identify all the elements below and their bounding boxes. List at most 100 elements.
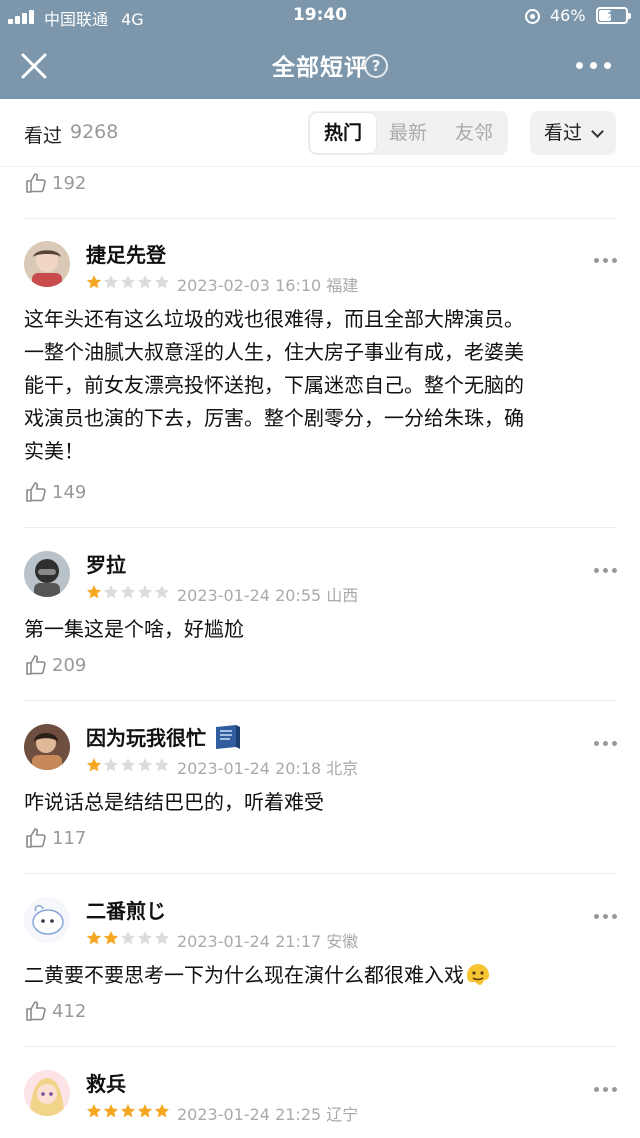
status-bar: 中国联通 4G 19:40 46% ⚡ [0,0,640,32]
review-line: 实美！ [24,439,84,463]
username-text: 救兵 [86,1072,126,1096]
like-count: 209 [52,654,87,676]
like-count: 117 [52,827,87,849]
review-text: 这年头还有这么垃圾的戏也很难得，而且全部大牌演员。 一整个油腻大叔意淫的人生，住… [24,303,622,468]
divider [24,700,616,701]
battery-percent: 46% [550,6,586,25]
review-date: 2023-01-24 20:18 [177,759,322,778]
star-empty-icon [137,585,153,599]
thumbs-up-icon [26,655,46,675]
star-empty-icon [154,758,170,772]
star-rating [86,274,170,290]
star-rating [86,757,170,773]
star-empty-icon [154,275,170,289]
username[interactable]: 罗拉 [86,549,126,578]
thumbs-up-icon [26,482,46,502]
review-line: 第一集这是个啥，好尴尬 [24,617,244,641]
tab-friends[interactable]: 友邻 [441,111,507,155]
like-button[interactable]: 117 [24,823,86,853]
review-location: 安徽 [326,932,359,951]
review-line-text: 二黄要不要思考一下为什么现在演什么都很难入戏 [24,963,464,987]
username[interactable]: 救兵 [86,1068,126,1097]
divider [24,1046,616,1047]
avatar[interactable] [24,241,70,287]
melting-face-icon [467,964,489,985]
star-filled-icon [137,1104,153,1118]
star-rating [86,584,170,600]
seen-label: 看过 [24,125,63,147]
review-text: 二黄要不要思考一下为什么现在演什么都很难入戏 [24,959,622,992]
username[interactable]: 二番煎じ [86,895,166,924]
like-count: 412 [52,1000,87,1022]
star-filled-icon [86,758,102,772]
thumbs-up-icon [26,173,46,193]
review-date: 2023-01-24 21:25 [177,1105,322,1124]
more-options-icon[interactable] [594,1086,618,1094]
username[interactable]: 捷足先登 [86,239,166,268]
divider [24,218,616,219]
clock: 19:40 [292,5,348,25]
star-empty-icon [120,275,136,289]
thumbs-up-icon [26,828,46,848]
review-list[interactable]: 192 捷足先登 2023-02-03 16:10 福建 这年头还有这么垃圾的戏… [0,168,640,1138]
like-button[interactable]: 412 [24,996,86,1026]
more-options-icon[interactable] [594,567,618,575]
review-location: 辽宁 [326,1105,359,1124]
avatar[interactable] [24,551,70,597]
star-empty-icon [154,931,170,945]
thumbs-up-icon [26,1001,46,1021]
star-filled-icon [86,275,102,289]
star-filled-icon [86,931,102,945]
star-empty-icon [103,275,119,289]
review-line: 这年头还有这么垃圾的戏也很难得，而且全部大牌演员。 [24,307,524,331]
star-empty-icon [120,931,136,945]
avatar[interactable] [24,724,70,770]
status-filter-dropdown[interactable]: 看过 [530,111,616,155]
orientation-lock-icon [525,9,540,24]
like-count: 192 [52,172,87,194]
review-date: 2023-02-03 16:10 [177,276,322,295]
username-text: 二番煎じ [86,899,166,923]
sort-tabs: 热门 最新 友邻 [308,111,508,155]
divider [24,873,616,874]
review-line: 咋说话总是结结巴巴的，听着难受 [24,790,324,814]
star-empty-icon [154,585,170,599]
filter-bar: 看过 9268 热门 最新 友邻 看过 [0,99,640,167]
review-meta: 2023-01-24 20:18 北京 [177,755,358,779]
review-meta: 2023-02-03 16:10 福建 [177,272,358,296]
divider [24,527,616,528]
more-options-icon[interactable] [594,913,618,921]
more-options-icon[interactable] [594,257,618,265]
tab-latest[interactable]: 最新 [375,111,441,155]
star-filled-icon [120,1104,136,1118]
star-empty-icon [137,758,153,772]
review-date: 2023-01-24 21:17 [177,932,322,951]
star-empty-icon [103,585,119,599]
avatar[interactable] [24,1070,70,1116]
review-line: 戏演员也演的下去，厉害。整个剧零分，一分给朱珠，确 [24,406,524,430]
review-meta: 2023-01-24 21:25 辽宁 [177,1101,358,1125]
username-text: 捷足先登 [86,243,166,267]
star-filled-icon [103,931,119,945]
like-button[interactable]: 192 [24,168,86,198]
review-meta: 2023-01-24 20:55 山西 [177,582,358,606]
star-empty-icon [120,758,136,772]
tab-hot[interactable]: 热门 [310,113,376,153]
question-circle-icon[interactable]: ? [364,54,388,78]
charging-icon: ⚡ [606,7,616,23]
star-empty-icon [137,275,153,289]
star-rating [86,1103,170,1119]
like-button[interactable]: 149 [24,477,86,507]
username-text: 罗拉 [86,553,126,577]
chevron-down-icon [591,125,604,138]
star-filled-icon [154,1104,170,1118]
review-text: 第一集这是个啥，好尴尬 [24,613,622,646]
review-line: 一整个油腻大叔意淫的人生，住大房子事业有成，老婆美 [24,340,524,364]
avatar[interactable] [24,897,70,943]
more-options-icon[interactable] [594,740,618,748]
battery-icon: ⚡ [596,7,631,24]
like-button[interactable]: 209 [24,650,86,680]
review-location: 北京 [326,759,359,778]
username[interactable]: 因为玩我很忙 [86,722,244,751]
more-button[interactable] [574,58,614,74]
